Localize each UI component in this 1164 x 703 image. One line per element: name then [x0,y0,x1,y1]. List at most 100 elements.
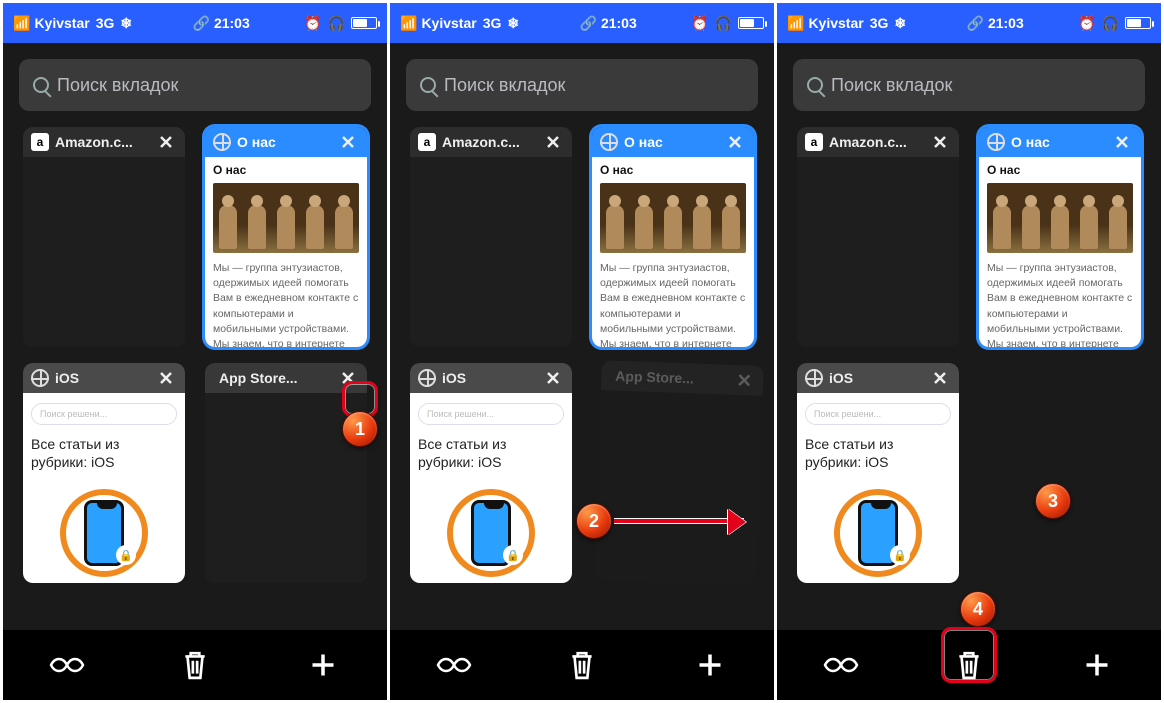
globe-icon [418,369,436,387]
amazon-icon: a [31,133,49,151]
alarm-icon: ⏰ [304,15,321,32]
close-tab-button[interactable] [1111,131,1133,153]
close-tab-button[interactable] [724,131,746,153]
status-bar: 📶 Kyivstar 3G ❄︎ 🔗 21:03 ⏰ 🎧 [777,3,1161,43]
globe-icon [600,133,618,151]
tab-card-amazon[interactable]: a Amazon.c... [23,127,185,347]
close-tab-button[interactable] [542,367,564,389]
signal-icon: 📶 [400,15,417,32]
search-icon [420,77,436,93]
tab-title: О нас [1011,134,1105,150]
delete-tabs-button[interactable] [561,644,603,686]
about-image [987,183,1133,253]
close-tab-button[interactable] [155,367,177,389]
empty-tab-slot [979,363,1141,583]
incognito-button[interactable] [433,644,475,686]
carrier-label: Kyivstar [421,15,476,31]
sun-icon: ❄︎ [507,15,519,32]
ios-page-search: Поиск решени... [805,403,951,425]
battery-icon [1125,17,1151,29]
tab-card-appstore[interactable]: App Store... [205,363,367,583]
tab-search-input[interactable]: Поиск вкладок [19,59,371,111]
alarm-icon: ⏰ [691,15,708,32]
tab-card-about[interactable]: О нас О нас Мы — группа энтузиастов, оде… [592,127,754,347]
close-tab-button[interactable] [929,367,951,389]
battery-icon [351,17,377,29]
tab-card-about[interactable]: О нас О нас Мы — группа энтузиастов, оде… [979,127,1141,347]
globe-icon [805,369,823,387]
close-tab-button[interactable] [542,131,564,153]
headphones-icon: 🎧 [715,15,732,32]
close-tab-button[interactable] [337,367,359,389]
page-title: О нас [987,163,1133,177]
ios-heading: Все статьи из рубрики: iOS [418,435,564,471]
incognito-button[interactable] [46,644,88,686]
tab-title: iOS [829,370,923,386]
signal-icon: 📶 [787,15,804,32]
tab-title: Amazon.c... [442,134,536,150]
headphones-icon: 🎧 [328,15,345,32]
battery-icon [738,17,764,29]
sun-icon: ❄︎ [894,15,906,32]
tab-title: О нас [237,134,331,150]
search-placeholder: Поиск вкладок [57,75,178,96]
globe-icon [31,369,49,387]
phone-screenshot-2: 📶 Kyivstar 3G ❄︎ 🔗 21:03 ⏰ 🎧 Поиск вклад… [390,3,774,700]
phone-screenshot-1: 📶 Kyivstar 3G ❄︎ 🔗 21:03 ⏰ 🎧 Поиск вклад… [3,3,387,700]
signal-icon: 📶 [13,15,30,32]
carrier-label: Kyivstar [808,15,863,31]
ios-badge-icon [447,489,535,577]
tab-title: Amazon.c... [55,134,149,150]
clock: 21:03 [214,15,250,31]
tab-title: О нас [624,134,718,150]
amazon-icon: a [805,133,823,151]
delete-tabs-button[interactable] [948,644,990,686]
close-tab-button[interactable] [733,369,756,392]
bottom-toolbar [777,630,1161,700]
ios-heading: Все статьи из рубрики: iOS [805,435,951,471]
page-title: О нас [213,163,359,177]
tab-title: App Store... [615,368,727,388]
tab-title: iOS [442,370,536,386]
tab-search-input[interactable]: Поиск вкладок [406,59,758,111]
link-icon: 🔗 [193,15,210,32]
network-label: 3G [483,15,502,31]
network-label: 3G [870,15,889,31]
carrier-label: Kyivstar [34,15,89,31]
tab-card-about[interactable]: О нас О нас Мы — группа энтузиастов, оде… [205,127,367,347]
tab-card-ios[interactable]: iOS Поиск решени... Все статьи из рубрик… [23,363,185,583]
phone-screenshot-3: 📶 Kyivstar 3G ❄︎ 🔗 21:03 ⏰ 🎧 Поиск вклад… [777,3,1161,700]
about-text: Мы — группа энтузиастов, одержимых идеей… [600,261,746,347]
new-tab-button[interactable] [1076,644,1118,686]
link-icon: 🔗 [580,15,597,32]
tab-search-input[interactable]: Поиск вкладок [793,59,1145,111]
search-icon [33,77,49,93]
ios-page-search: Поиск решени... [31,403,177,425]
new-tab-button[interactable] [689,644,731,686]
ios-page-search: Поиск решени... [418,403,564,425]
tab-card-amazon[interactable]: a Amazon.c... [410,127,572,347]
lock-icon [503,545,523,565]
globe-icon [213,133,231,151]
tab-card-ios[interactable]: iOS Поиск решени... Все статьи из рубрик… [410,363,572,583]
lock-icon [890,545,910,565]
search-placeholder: Поиск вкладок [444,75,565,96]
tab-card-amazon[interactable]: a Amazon.c... [797,127,959,347]
close-tab-button[interactable] [337,131,359,153]
bottom-toolbar [390,630,774,700]
network-label: 3G [96,15,115,31]
search-icon [807,77,823,93]
close-tab-button[interactable] [929,131,951,153]
status-bar: 📶 Kyivstar 3G ❄︎ 🔗 21:03 ⏰ 🎧 [3,3,387,43]
about-text: Мы — группа энтузиастов, одержимых идеей… [987,261,1133,347]
ios-heading: Все статьи из рубрики: iOS [31,435,177,471]
alarm-icon: ⏰ [1078,15,1095,32]
tab-card-ios[interactable]: iOS Поиск решени... Все статьи из рубрик… [797,363,959,583]
new-tab-button[interactable] [302,644,344,686]
incognito-button[interactable] [820,644,862,686]
delete-tabs-button[interactable] [174,644,216,686]
about-image [600,183,746,253]
close-tab-button[interactable] [155,131,177,153]
tab-card-appstore-swiping[interactable]: App Store... [594,360,764,586]
clock: 21:03 [988,15,1024,31]
